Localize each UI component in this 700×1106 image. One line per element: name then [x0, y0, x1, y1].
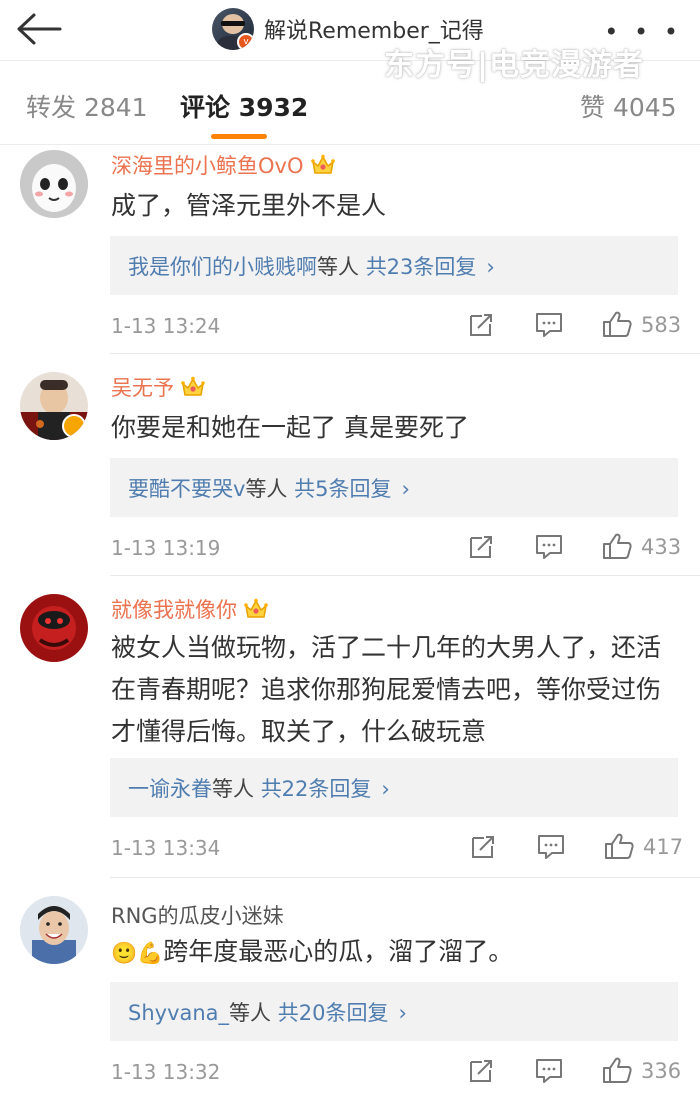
comment-icon[interactable]: [535, 1058, 563, 1084]
comment-text: 成了，管泽元里外不是人: [111, 191, 387, 220]
reply-summary[interactable]: Shyvana_等人 共20条回复 ›: [110, 982, 678, 1041]
reply-others-label: 等人: [245, 477, 288, 501]
like-icon[interactable]: [602, 310, 632, 338]
repost-icon[interactable]: [468, 312, 494, 338]
reply-summary[interactable]: 我是你们的小贱贱啊等人 共23条回复 ›: [110, 236, 678, 295]
comment-text: 被女人当做玩物，活了二十几年的大男人了，还活在青春期呢？追求你那狗屁爱情去吧，等…: [111, 633, 662, 746]
vip-crown-icon: [180, 376, 206, 398]
like-count: 336: [641, 1059, 682, 1083]
repost-icon[interactable]: [470, 834, 496, 860]
reply-others-label: 等人: [317, 255, 359, 279]
chevron-right-icon: ›: [401, 477, 410, 501]
reply-users: 一谕永眷: [128, 777, 212, 801]
comment-icon[interactable]: [535, 534, 563, 560]
reply-count: 共20条回复: [277, 1001, 389, 1025]
comment-time: 1-13 13:19: [111, 536, 221, 560]
verified-badge-icon: [62, 414, 86, 438]
commenter-avatar[interactable]: [20, 372, 88, 440]
reply-count: 共23条回复: [365, 255, 477, 279]
reply-count: 共22条回复: [260, 777, 372, 801]
like-icon[interactable]: [602, 532, 632, 560]
commenter-avatar[interactable]: [20, 594, 88, 662]
repost-icon[interactable]: [468, 534, 494, 560]
like-count: 583: [641, 313, 682, 337]
like-icon[interactable]: [602, 1056, 632, 1084]
comment-text: 🙂💪跨年度最恶心的瓜，溜了溜了。: [111, 937, 514, 966]
tab-bar: 转发 2841 评论 3932 赞 4045: [0, 62, 700, 145]
tab-comments[interactable]: 评论 3932: [180, 88, 308, 124]
reply-users: Shyvana_: [128, 1001, 230, 1025]
repost-icon[interactable]: [468, 1058, 494, 1084]
reply-others-label: 等人: [229, 1001, 272, 1025]
reply-others-label: 等人: [212, 777, 254, 801]
commenter-avatar[interactable]: [20, 896, 88, 964]
divider: [110, 575, 700, 576]
chevron-right-icon: ›: [381, 777, 390, 801]
reply-summary[interactable]: 一谕永眷等人 共22条回复 ›: [110, 758, 678, 817]
comment-icon[interactable]: [537, 834, 565, 860]
divider: [110, 353, 700, 354]
comment-time: 1-13 13:34: [111, 836, 221, 860]
commenter-name[interactable]: 就像我就像你: [111, 594, 269, 624]
author-avatar[interactable]: v: [212, 8, 254, 50]
reply-count: 共5条回复: [294, 477, 392, 501]
vip-crown-icon: [243, 598, 269, 620]
reply-users: 我是你们的小贱贱啊: [128, 255, 317, 279]
chevron-right-icon: ›: [486, 255, 495, 279]
like-count: 417: [643, 835, 684, 859]
commenter-name[interactable]: 吴无予: [111, 372, 206, 402]
comment-text: 你要是和她在一起了 真是要死了: [111, 413, 469, 442]
vip-crown-icon: [310, 154, 336, 176]
like-icon[interactable]: [604, 832, 634, 860]
reply-summary[interactable]: 要酷不要哭v等人 共5条回复 ›: [110, 458, 678, 517]
verified-badge-icon: v: [237, 33, 254, 50]
reply-users: 要酷不要哭v: [128, 477, 246, 501]
tab-reposts[interactable]: 转发 2841: [26, 88, 148, 124]
emoji-icon: 🙂💪: [111, 941, 164, 965]
tab-likes[interactable]: 赞 4045: [580, 88, 677, 124]
like-count: 433: [641, 535, 682, 559]
commenter-name[interactable]: RNG的瓜皮小迷妹: [111, 900, 284, 930]
active-tab-indicator: [211, 134, 267, 139]
commenter-name[interactable]: 深海里的小鲸鱼OvO: [111, 150, 336, 180]
comment-time: 1-13 13:24: [111, 314, 221, 338]
back-arrow-icon[interactable]: [14, 12, 64, 46]
chevron-right-icon: ›: [398, 1001, 407, 1025]
comment-time: 1-13 13:32: [111, 1060, 221, 1084]
comment-icon[interactable]: [535, 312, 563, 338]
divider: [110, 877, 700, 878]
commenter-avatar[interactable]: [20, 150, 88, 218]
